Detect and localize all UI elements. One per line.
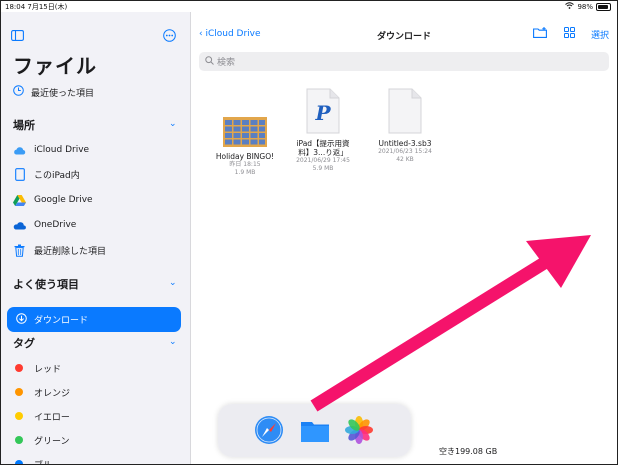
ipad-screen: 18:04 7月15日(木) 98% ファイル 最近使った項目 場所 ⌄ iCl… [0,0,618,465]
annotation-arrow [310,235,591,412]
